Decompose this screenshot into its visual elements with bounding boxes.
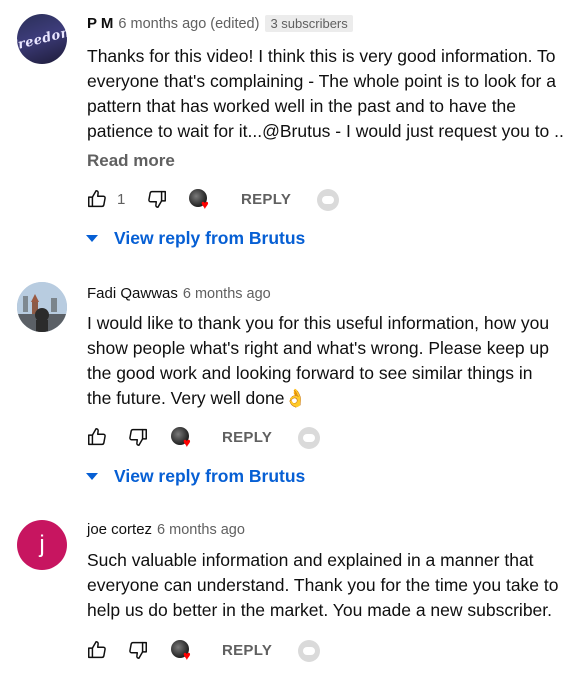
like-button[interactable] [86, 188, 108, 210]
view-replies-label: View reply from Brutus [114, 228, 306, 248]
thumbs-up-icon [88, 190, 106, 208]
ok-hand-emoji: 👌 [284, 389, 307, 409]
avatar[interactable] [17, 282, 67, 332]
comment-timestamp[interactable]: 6 months ago [183, 286, 271, 302]
comment-thread: j joe cortez 6 months ago Such valuable … [0, 510, 580, 676]
comment-text: Thanks for this video! I think this is v… [87, 46, 565, 141]
thumbs-up-icon [88, 428, 106, 446]
view-replies-button[interactable]: View reply from Brutus [86, 466, 305, 487]
comment-thread: Fadi Qawwas 6 months ago I would like to… [0, 260, 580, 510]
thanks-pill-icon[interactable] [317, 189, 339, 211]
like-button[interactable] [86, 426, 108, 448]
creator-heart-icon: ♥ [171, 639, 197, 663]
thumbs-up-icon [88, 641, 106, 659]
author-name[interactable]: joe cortez [87, 521, 152, 538]
caret-down-icon [86, 235, 98, 242]
creator-heart-icon: ♥ [189, 188, 215, 212]
author-name[interactable]: Fadi Qawwas [87, 285, 178, 302]
comment-thread: Freedom P M 6 months ago (edited) 3 subs… [0, 0, 580, 260]
avatar[interactable]: Freedom [17, 14, 67, 64]
comment-text: I would like to thank you for this usefu… [87, 313, 550, 409]
read-more-button[interactable]: Read more [87, 151, 175, 171]
creator-heart-icon: ♥ [171, 426, 197, 450]
comment-action-bar: ♥ REPLY [86, 426, 386, 450]
reply-button[interactable]: REPLY [241, 188, 291, 212]
thanks-pill-icon[interactable] [298, 640, 320, 662]
thumbs-down-icon [129, 428, 147, 446]
thumbs-down-icon [129, 641, 147, 659]
like-button[interactable] [86, 639, 108, 661]
thanks-pill-icon[interactable] [298, 427, 320, 449]
dislike-button[interactable] [127, 426, 149, 448]
edited-label: (edited) [210, 15, 260, 32]
view-replies-button[interactable]: View reply from Brutus [86, 228, 305, 249]
subscriber-count-badge: 3 subscribers [265, 15, 353, 32]
thumbs-down-icon [148, 190, 166, 208]
reply-button[interactable]: REPLY [222, 639, 272, 663]
dislike-button[interactable] [146, 188, 168, 210]
comment-header: joe cortez 6 months ago [87, 521, 245, 538]
comment-header: P M 6 months ago (edited) 3 subscribers [87, 15, 353, 32]
comment-timestamp[interactable]: 6 months ago [118, 16, 206, 32]
like-count: 1 [117, 191, 126, 208]
comment-header: Fadi Qawwas 6 months ago [87, 285, 271, 302]
comment-action-bar: 1 ♥ REPLY [86, 188, 386, 212]
comment-text: Such valuable information and explained … [87, 550, 559, 620]
author-name[interactable]: P M [87, 15, 113, 32]
dislike-button[interactable] [127, 639, 149, 661]
caret-down-icon [86, 473, 98, 480]
view-replies-label: View reply from Brutus [114, 466, 306, 486]
avatar-photo-icon [17, 282, 67, 332]
avatar[interactable]: j [17, 520, 67, 570]
comment-timestamp[interactable]: 6 months ago [157, 522, 245, 538]
comment-action-bar: ♥ REPLY [86, 639, 386, 663]
avatar-letter: j [39, 531, 45, 558]
reply-button[interactable]: REPLY [222, 426, 272, 450]
